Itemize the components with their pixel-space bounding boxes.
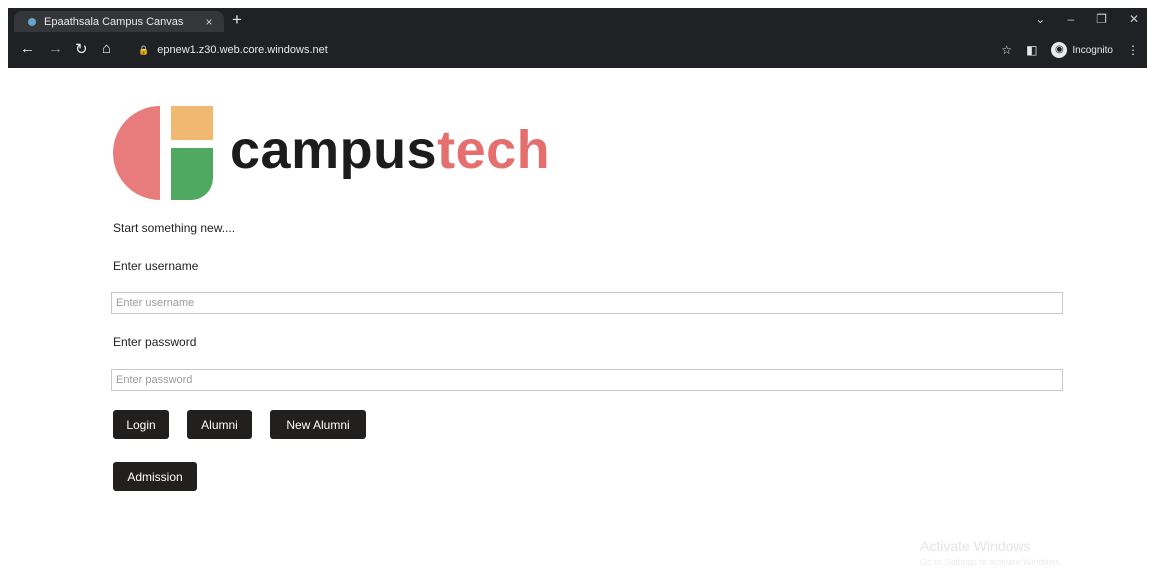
- tab-strip: Epaathsala Campus Canvas × + ⌄ – ❐ ✕: [8, 8, 1147, 32]
- toolbar-right: ☆ ◧ ◉ Incognito ⋮: [1001, 42, 1139, 58]
- minimize-icon[interactable]: –: [1067, 12, 1074, 26]
- restore-icon[interactable]: ❐: [1096, 12, 1107, 26]
- admission-button[interactable]: Admission: [113, 462, 197, 491]
- tab-search-icon[interactable]: ⌄: [1035, 12, 1045, 26]
- incognito-icon: ◉: [1051, 42, 1068, 58]
- browser-toolbar: ← → ↻ ⌂ 🔒 epnew1.z30.web.core.windows.ne…: [8, 36, 1147, 66]
- campustech-logo-mark: [113, 106, 213, 200]
- logo-word-campus: campus: [230, 120, 438, 180]
- logo-red-half-circle: [113, 106, 160, 200]
- address-bar[interactable]: 🔒 epnew1.z30.web.core.windows.net: [138, 40, 998, 60]
- logo-word-tech: tech: [437, 120, 551, 180]
- logo-orange-square: [171, 106, 213, 140]
- favicon-icon: [28, 17, 36, 26]
- browser-chrome: Epaathsala Campus Canvas × + ⌄ – ❐ ✕ ← →…: [8, 8, 1147, 68]
- password-input[interactable]: [111, 369, 1063, 391]
- activate-windows-subtitle: Go to Settings to activate Windows.: [920, 557, 1063, 567]
- url-text: epnew1.z30.web.core.windows.net: [157, 44, 328, 56]
- tab-close-button[interactable]: ×: [200, 15, 218, 29]
- incognito-indicator[interactable]: ◉ Incognito: [1051, 42, 1113, 58]
- window-controls: ⌄ – ❐ ✕: [1035, 12, 1139, 26]
- tab-title: Epaathsala Campus Canvas: [44, 15, 184, 28]
- tagline: Start something new....: [113, 221, 236, 235]
- home-icon[interactable]: ⌂: [102, 40, 111, 57]
- alumni-button[interactable]: Alumni: [187, 410, 252, 439]
- login-button[interactable]: Login: [113, 410, 169, 439]
- incognito-label: Incognito: [1072, 44, 1113, 56]
- browser-tab[interactable]: Epaathsala Campus Canvas ×: [14, 11, 224, 32]
- new-tab-button[interactable]: +: [232, 10, 242, 30]
- reload-icon[interactable]: ↻: [75, 40, 88, 58]
- username-input[interactable]: [111, 292, 1063, 314]
- logo-green-shape: [171, 148, 213, 200]
- username-label: Enter username: [113, 259, 199, 273]
- lock-icon[interactable]: 🔒: [138, 45, 149, 56]
- close-window-icon[interactable]: ✕: [1129, 12, 1139, 26]
- star-icon[interactable]: ☆: [1001, 43, 1012, 57]
- logo-wordmark: campustech: [230, 118, 550, 182]
- password-label: Enter password: [113, 335, 197, 349]
- menu-icon[interactable]: ⋮: [1127, 43, 1139, 57]
- side-panel-icon[interactable]: ◧: [1026, 43, 1037, 57]
- activate-windows-watermark: Activate Windows: [920, 538, 1031, 554]
- back-icon[interactable]: ←: [20, 40, 35, 57]
- new-alumni-button[interactable]: New Alumni: [270, 410, 366, 439]
- forward-icon[interactable]: →: [48, 40, 63, 57]
